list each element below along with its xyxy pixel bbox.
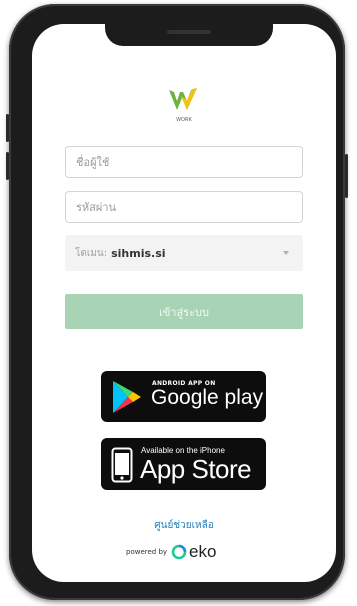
google-play-big-text: Google play: [151, 386, 264, 409]
app-screen: WORK ชื่อผู้ใช้ รหัสผ่าน โดเมน: sihmis.s…: [32, 24, 336, 582]
google-play-badge[interactable]: ANDROID APP ON Google play: [101, 371, 266, 422]
volume-up-button: [6, 114, 9, 142]
chevron-down-icon: [283, 251, 289, 255]
eko-brand-text: eko: [189, 542, 217, 561]
username-placeholder: ชื่อผู้ใช้: [76, 156, 110, 169]
domain-select[interactable]: โดเมน: sihmis.si: [65, 235, 303, 271]
username-field[interactable]: ชื่อผู้ใช้: [65, 146, 303, 178]
password-field[interactable]: รหัสผ่าน: [65, 191, 303, 223]
powered-by-text: powered by: [126, 548, 168, 556]
help-center-link[interactable]: ศูนย์ช่วยเหลือ: [32, 518, 336, 533]
powered-by: powered by eko: [126, 542, 216, 562]
domain-label: โดเมน:: [75, 247, 108, 259]
volume-down-button: [6, 152, 9, 180]
eko-logo-icon: [171, 544, 187, 560]
notch: [105, 24, 273, 46]
app-store-badge[interactable]: Available on the iPhone App Store: [101, 438, 266, 490]
iphone-icon: [111, 447, 133, 483]
play-store-icon: [113, 381, 141, 413]
w-work-logo: WORK: [169, 88, 197, 123]
speaker: [167, 30, 211, 34]
power-button: [345, 154, 348, 198]
app-store-big-text: App Store: [140, 454, 252, 484]
phone-frame: WORK ชื่อผู้ใช้ รหัสผ่าน โดเมน: sihmis.s…: [6, 4, 348, 600]
password-placeholder: รหัสผ่าน: [76, 201, 117, 214]
logo-text: WORK: [176, 117, 192, 123]
login-button[interactable]: เข้าสู่ระบบ: [65, 294, 303, 329]
domain-value: sihmis.si: [111, 246, 166, 260]
